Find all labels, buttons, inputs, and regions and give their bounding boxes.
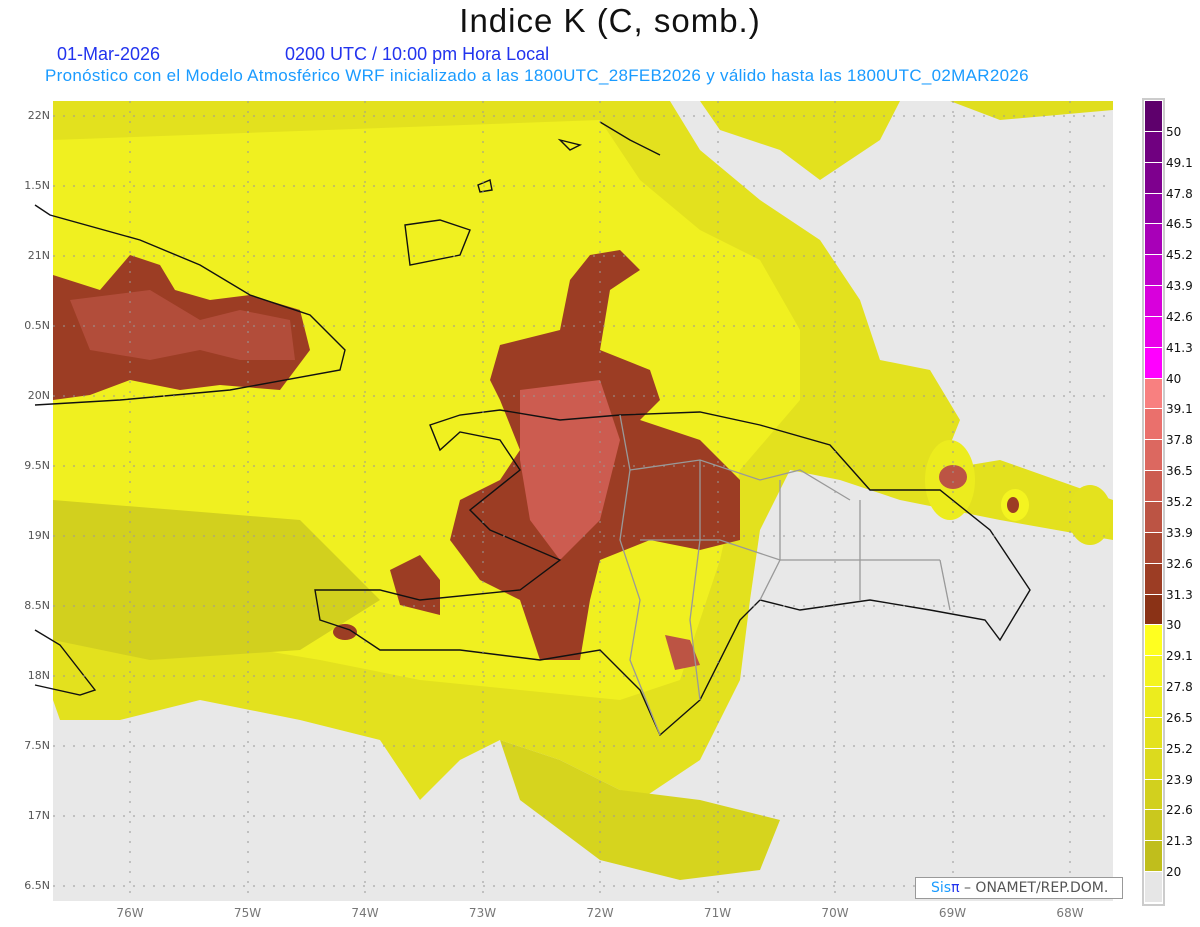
- colorbar-label: 20: [1166, 865, 1182, 880]
- colorbar-label: 46.5: [1166, 217, 1193, 232]
- colorbar-label: 41.3: [1166, 340, 1193, 355]
- lon-tick-label: 69W: [938, 906, 967, 920]
- lon-tick-label: 72W: [586, 906, 614, 920]
- colorbar-swatch: [1145, 471, 1162, 501]
- colorbar-swatch: [1145, 841, 1162, 872]
- colorbar-label: 40: [1166, 371, 1182, 386]
- credit-text: – ONAMET/REP.DOM.: [963, 880, 1109, 896]
- lat-tick-label: 18N: [27, 669, 50, 682]
- lat-tick-label: 1.5N: [24, 179, 50, 192]
- colorbar-label: 29.1: [1166, 649, 1193, 664]
- lat-tick-label: 22N: [27, 109, 50, 122]
- colorbar-swatch: [1145, 779, 1162, 810]
- colorbar-swatch: [1145, 378, 1162, 409]
- lon-tick-label: 74W: [351, 906, 379, 920]
- colorbar-label: 27.8: [1166, 680, 1193, 695]
- colorbar-swatch: [1145, 594, 1162, 625]
- lat-tick-label: 6.5N: [24, 879, 50, 892]
- colorbar-swatch: [1145, 101, 1162, 131]
- lat-tick-label: 20N: [27, 389, 50, 402]
- lon-tick-label: 75W: [233, 906, 262, 920]
- colorbar-label: 30: [1166, 618, 1182, 633]
- colorbar-label: 35.2: [1166, 495, 1193, 509]
- lon-tick-label: 68W: [1056, 906, 1084, 920]
- lat-tick-label: 9.5N: [24, 459, 50, 472]
- lat-tick-label: 8.5N: [24, 599, 50, 612]
- colorbar-swatch: [1145, 162, 1162, 193]
- lon-tick-label: 76W: [116, 906, 144, 920]
- colorbar-label: 39.1: [1166, 402, 1193, 417]
- colorbar-swatch: [1145, 563, 1162, 594]
- colorbar-swatch: [1145, 409, 1162, 440]
- colorbar-swatch: [1145, 872, 1162, 902]
- colorbar-swatch: [1145, 532, 1162, 563]
- lat-tick-label: 21N: [27, 249, 50, 262]
- lon-tick-label: 71W: [703, 906, 732, 920]
- colorbar-swatch: [1145, 347, 1162, 378]
- colorbar-label: 43.9: [1166, 279, 1193, 294]
- colorbar-label: 33.9: [1166, 525, 1193, 540]
- colorbar-swatch: [1145, 286, 1162, 316]
- lat-tick-label: 17N: [27, 809, 50, 822]
- colorbar-swatch: [1145, 656, 1162, 687]
- colorbar-swatch: [1145, 316, 1162, 347]
- colorbar-swatch: [1145, 717, 1162, 748]
- colorbar-label: 23.9: [1166, 772, 1193, 787]
- colorbar-label: 31.3: [1166, 587, 1193, 602]
- credit-pi: π: [951, 880, 960, 896]
- colorbar-swatch: [1145, 687, 1162, 717]
- colorbar-label: 22.6: [1166, 803, 1193, 818]
- lat-tick-label: 7.5N: [24, 739, 50, 752]
- colorbar-label: 50: [1166, 124, 1182, 139]
- lon-tick-label: 70W: [821, 906, 849, 920]
- colorbar-label: 37.8: [1166, 433, 1193, 448]
- colorbar-label: 32.6: [1166, 556, 1193, 571]
- colorbar-swatch: [1145, 193, 1162, 224]
- colorbar-swatch: [1145, 625, 1162, 656]
- colorbar-label: 25.2: [1166, 741, 1193, 756]
- credit-sis: Sis: [931, 880, 952, 896]
- colorbar-swatch: [1145, 748, 1162, 779]
- colorbar-swatch: [1145, 131, 1162, 162]
- colorbar-label: 42.6: [1166, 309, 1193, 324]
- colorbar-label: 26.5: [1166, 710, 1193, 725]
- colorbar-label: 21.3: [1166, 834, 1193, 849]
- colorbar-label: 36.5: [1166, 464, 1193, 479]
- colorbar-swatch: [1145, 255, 1162, 286]
- colorbar-swatch: [1145, 810, 1162, 841]
- lat-tick-label: 19N: [27, 529, 50, 542]
- lon-tick-label: 73W: [468, 906, 497, 920]
- colorbar-label: 49.1: [1166, 155, 1193, 170]
- colorbar-swatch: [1145, 440, 1162, 471]
- colorbar-label: 47.8: [1166, 186, 1193, 201]
- lat-tick-label: 0.5N: [24, 319, 50, 332]
- colorbar-swatch: [1145, 224, 1162, 255]
- credit-box: Sisπ – ONAMET/REP.DOM.: [915, 877, 1123, 899]
- map-plot: [34, 98, 1165, 906]
- colorbar-swatch: [1145, 502, 1162, 532]
- colorbar-label: 45.2: [1166, 248, 1193, 263]
